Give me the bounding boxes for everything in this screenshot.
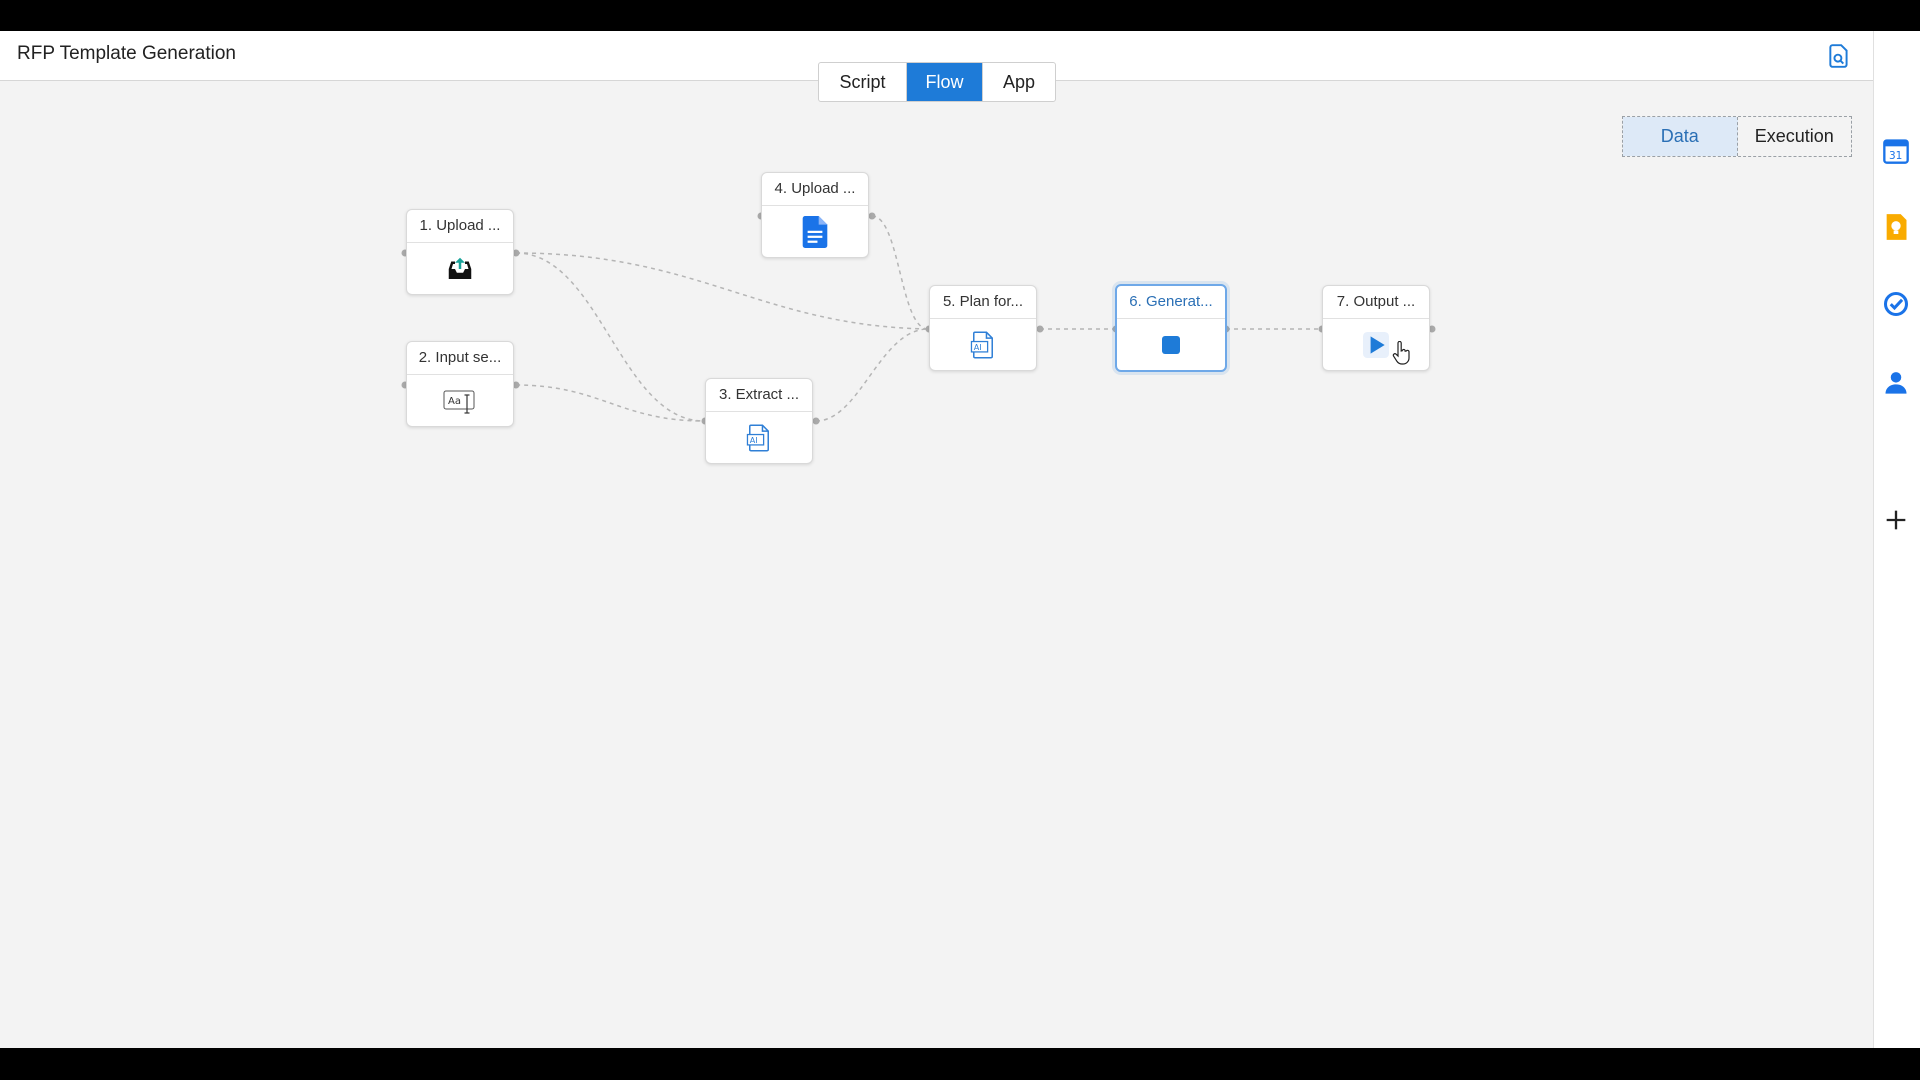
flow-edges [401,212,1436,425]
google-doc-icon [802,216,828,248]
node-label: 7. Output ... [1323,286,1429,319]
document-search-icon[interactable] [1826,43,1852,69]
node-label: 3. Extract ... [706,379,812,412]
flow-node-output-7[interactable]: 7. Output ... [1322,285,1430,371]
upload-inbox-icon [448,257,472,279]
flow-node-plan-5[interactable]: 5. Plan for... AI [929,285,1037,371]
svg-text:AI: AI [974,343,982,352]
mode-tabs: Script Flow App [818,62,1056,102]
flow-node-input-2[interactable]: 2. Input se... Aa [406,341,514,427]
edge-2-to-3 [515,384,705,422]
node-label: 5. Plan for... [930,286,1036,319]
contacts-icon[interactable] [1882,368,1910,396]
google-tasks-icon[interactable] [1882,290,1910,318]
data-execution-toggle: Data Execution [1622,116,1852,157]
toggle-data[interactable]: Data [1623,117,1738,156]
node-label: 6. Generat... [1117,286,1225,319]
svg-text:31: 31 [1889,150,1902,162]
node-label: 1. Upload ... [407,210,513,243]
tab-flow[interactable]: Flow [907,63,983,101]
flow-node-upload-1[interactable]: 1. Upload ... [406,209,514,295]
stop-square-icon [1162,336,1180,354]
toggle-execution[interactable]: Execution [1738,117,1852,156]
node-label: 2. Input se... [407,342,513,375]
flow-node-upload-4[interactable]: 4. Upload ... [761,172,869,258]
edge-4-to-5 [871,215,929,330]
edge-1-to-3 [515,252,705,422]
play-icon[interactable] [1363,332,1389,358]
google-calendar-icon[interactable]: 31 [1882,137,1910,165]
flow-node-generate-6[interactable]: 6. Generat... [1115,284,1227,372]
ai-document-icon: AI [746,424,769,452]
svg-text:Aa: Aa [448,396,461,407]
add-icon[interactable] [1882,506,1910,534]
page-title: RFP Template Generation [17,43,236,64]
node-label: 4. Upload ... [762,173,868,206]
right-side-rail: 31 [1873,31,1920,1048]
tab-app[interactable]: App [983,63,1055,101]
svg-text:AI: AI [750,436,758,445]
ai-document-icon: AI [970,331,993,359]
edge-1-to-5 [515,252,929,330]
google-keep-icon[interactable] [1882,213,1910,241]
flow-node-extract-3[interactable]: 3. Extract ... AI [705,378,813,464]
text-input-icon: Aa [443,390,475,414]
edge-3-to-5 [815,328,929,422]
hand-cursor-icon [1392,341,1410,365]
tab-script[interactable]: Script [819,63,907,101]
app-window: RFP Template Generation Script Flow App … [0,31,1873,1048]
